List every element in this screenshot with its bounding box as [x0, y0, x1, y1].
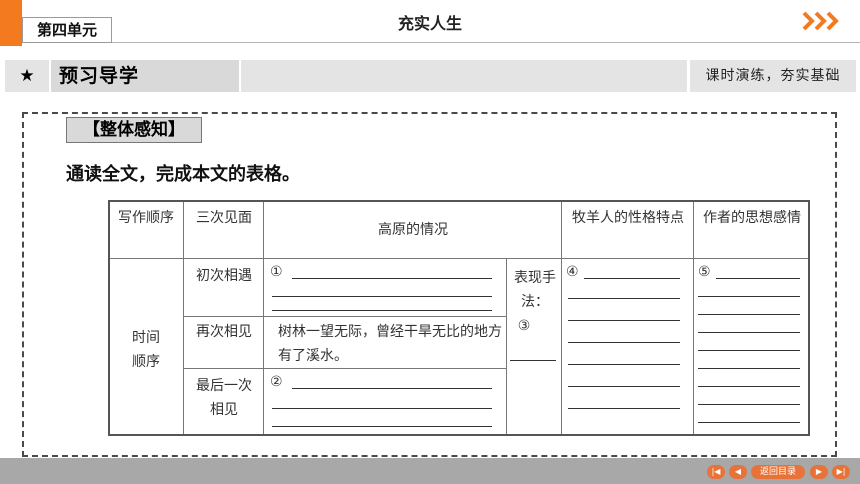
answer-marker-3: ③: [517, 318, 531, 334]
second-meeting-description: 树林一望无际，曾经干旱无比的地方有了溪水。: [278, 324, 502, 364]
table-col-divider: [693, 202, 694, 434]
back-to-contents-button[interactable]: 返回目录: [751, 465, 805, 479]
section-bar: ★ 预习导学 课时演练，夯实基础: [5, 60, 856, 92]
answer-blank[interactable]: [292, 388, 492, 389]
summary-table: 写作顺序 三次见面 高原的情况 牧羊人的性格特点 作者的思想感情 时间顺序 初次…: [108, 200, 810, 436]
section-subtitle: 课时演练，夯实基础: [690, 60, 856, 92]
method-label: 表现手法：: [514, 270, 556, 310]
header-feelings: 作者的思想感情: [703, 210, 801, 226]
header-meetings: 三次见面: [196, 210, 252, 226]
answer-blank[interactable]: [698, 296, 800, 297]
last-page-icon[interactable]: ▶|: [832, 465, 850, 479]
meeting-second: 再次相见: [196, 324, 252, 340]
meeting-first: 初次相遇: [196, 268, 252, 284]
table-col-divider: [263, 202, 264, 434]
page-title: 充实人生: [397, 14, 462, 33]
answer-blank[interactable]: [716, 278, 800, 279]
answer-blank[interactable]: [568, 364, 680, 365]
section-title: 预习导学: [51, 60, 239, 92]
answer-blank[interactable]: [292, 278, 492, 279]
table-row-divider: [110, 258, 808, 259]
answer-blank[interactable]: [568, 342, 680, 343]
overview-tag: 【整体感知】: [66, 117, 202, 143]
answer-blank[interactable]: [272, 296, 492, 297]
answer-blank[interactable]: [272, 310, 492, 311]
answer-blank[interactable]: [698, 404, 800, 405]
answer-blank[interactable]: [698, 368, 800, 369]
header-traits: 牧羊人的性格特点: [572, 210, 684, 226]
answer-blank[interactable]: [698, 332, 800, 333]
answer-marker-1: ①: [270, 264, 283, 280]
answer-blank[interactable]: [272, 408, 492, 409]
table-col-divider: [183, 202, 184, 434]
first-page-icon[interactable]: |◀: [707, 465, 725, 479]
answer-blank[interactable]: [568, 408, 680, 409]
section-spacer: [241, 60, 687, 92]
answer-blank[interactable]: [584, 278, 680, 279]
header-divider: [112, 42, 860, 43]
prev-page-icon[interactable]: ◀: [729, 465, 747, 479]
header-order: 写作顺序: [118, 210, 174, 226]
answer-blank[interactable]: [698, 314, 800, 315]
table-col-divider: [561, 202, 562, 434]
next-page-icon[interactable]: ▶: [810, 465, 828, 479]
answer-marker-4: ④: [566, 264, 579, 280]
answer-marker-5: ⑤: [698, 264, 711, 280]
answer-blank[interactable]: [510, 360, 556, 361]
table-col-divider: [506, 258, 507, 434]
time-order-label: 时间顺序: [132, 330, 160, 370]
answer-blank[interactable]: [272, 426, 492, 427]
star-icon: ★: [5, 60, 49, 92]
answer-marker-2: ②: [270, 374, 283, 390]
forward-chevrons-icon[interactable]: [802, 10, 842, 32]
answer-blank[interactable]: [698, 386, 800, 387]
answer-blank[interactable]: [698, 422, 800, 423]
table-row-divider: [183, 316, 506, 317]
instruction-text: 通读全文，完成本文的表格。: [66, 164, 300, 185]
table-row-divider: [183, 368, 506, 369]
answer-blank[interactable]: [568, 320, 680, 321]
answer-blank[interactable]: [568, 386, 680, 387]
answer-blank[interactable]: [698, 350, 800, 351]
header-plateau: 高原的情况: [378, 222, 448, 238]
meeting-third: 最后一次相见: [196, 378, 252, 418]
answer-blank[interactable]: [568, 298, 680, 299]
